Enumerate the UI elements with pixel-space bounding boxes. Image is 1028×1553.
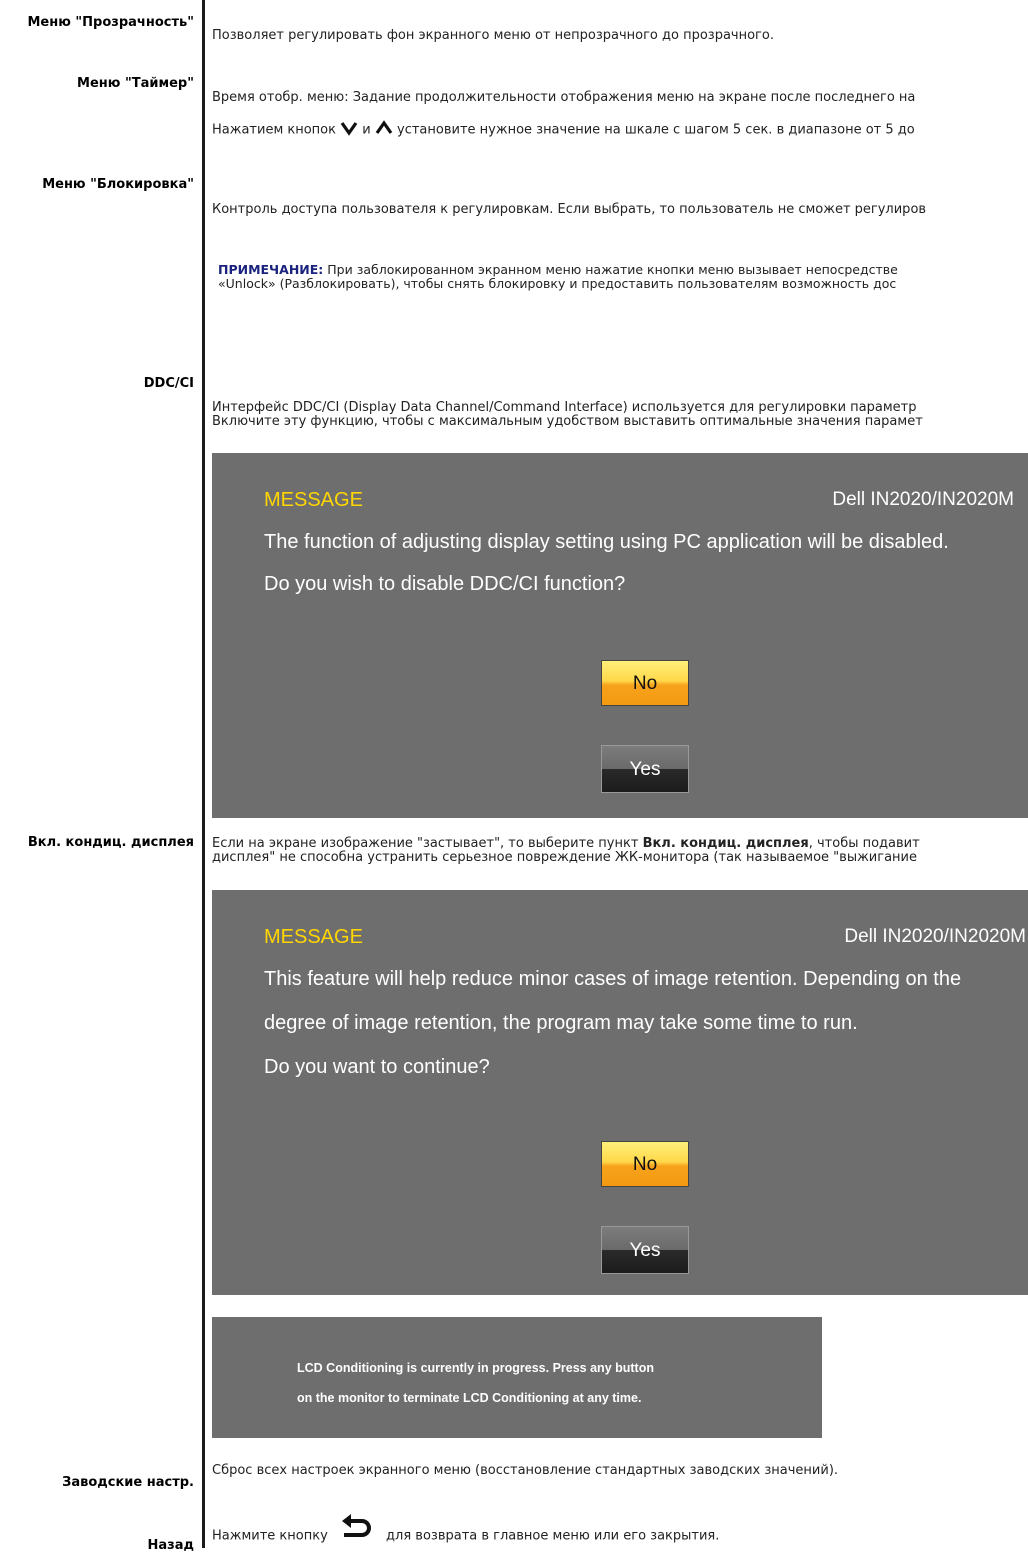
desc-factory: Сброс всех настроек экранного меню (восс…: [212, 1463, 839, 1478]
osd-line-2: degree of image retention, the program m…: [264, 1012, 858, 1034]
lock-note: ПРИМЕЧАНИЕ: При заблокированном экранном…: [218, 262, 898, 277]
lock-note-2: «Unlock» (Разблокировать), чтобы снять б…: [218, 276, 897, 291]
label-back: Назад: [147, 1538, 194, 1553]
desc-back: Нажмите кнопку для возврата в главное ме…: [212, 1514, 720, 1551]
desc-timer-2: Нажатием кнопок и установите нужное знач…: [212, 120, 915, 140]
desc-timer-2-mid: и: [362, 122, 371, 138]
yes-button[interactable]: Yes: [601, 1226, 689, 1274]
osd-ddcci-dialog: MESSAGE Dell IN2020/IN2020M The function…: [212, 453, 1028, 818]
no-button[interactable]: No: [601, 1141, 689, 1187]
desc-lock: Контроль доступа пользователя к регулиро…: [212, 202, 927, 217]
desc-timer-2-post: установите нужное значение на шкале с ша…: [397, 122, 915, 138]
desc-timer-1: Время отобр. меню: Задание продолжительн…: [212, 90, 916, 105]
desc-ddcci-2: Включите эту функцию, чтобы с максимальн…: [212, 414, 923, 429]
yes-button[interactable]: Yes: [601, 745, 689, 793]
desc-transparency: Позволяет регулировать фон экранного мен…: [212, 28, 774, 43]
desc-conditioning-bold: Вкл. кондиц. дисплея: [642, 836, 809, 851]
note-text: При заблокированном экранном меню нажати…: [323, 262, 898, 277]
column-divider: [202, 0, 205, 1548]
osd-model: Dell IN2020/IN2020M: [832, 489, 1014, 510]
label-factory: Заводские настр.: [62, 1475, 194, 1490]
osd-conditioning-dialog: MESSAGE Dell IN2020/IN2020M This feature…: [212, 890, 1028, 1295]
label-factory-text: Заводские настр: [62, 1475, 190, 1490]
desc-back-pre: Нажмите кнопку: [212, 1528, 328, 1544]
label-factory-suffix: .: [189, 1475, 194, 1490]
osd-title: MESSAGE: [264, 926, 363, 948]
osd-line-1: The function of adjusting display settin…: [264, 531, 949, 553]
progress-line-2: on the monitor to terminate LCD Conditio…: [297, 1391, 642, 1405]
note-key: ПРИМЕЧАНИЕ:: [218, 262, 324, 277]
label-lock: Меню "Блокировка": [42, 177, 194, 192]
label-transparency: Меню "Прозрачность": [27, 15, 195, 30]
chevron-down-icon: [340, 120, 358, 140]
desc-conditioning-post: , чтобы подавит: [808, 836, 920, 851]
osd-line-2: Do you wish to disable DDC/CI function?: [264, 573, 626, 595]
conditioning-progress-box: LCD Conditioning is currently in progres…: [212, 1317, 822, 1438]
desc-timer-2-pre: Нажатием кнопок: [212, 122, 336, 138]
label-conditioning: Вкл. кондиц. дисплея: [27, 835, 194, 850]
desc-conditioning-2: дисплея" не способна устранить серьезное…: [212, 850, 917, 865]
osd-line-3: Do you want to continue?: [264, 1056, 490, 1078]
label-timer: Меню "Таймер": [77, 76, 194, 91]
osd-model: Dell IN2020/IN2020M: [844, 926, 1026, 947]
progress-line-1: LCD Conditioning is currently in progres…: [297, 1361, 654, 1375]
desc-conditioning-1: Если на экране изображение "застывает", …: [212, 836, 920, 851]
desc-conditioning-pre: Если на экране изображение "застывает", …: [212, 836, 643, 851]
label-ddcci: DDC/CI: [143, 376, 194, 391]
back-arrow-icon: [340, 1513, 374, 1543]
chevron-up-icon: [375, 120, 393, 140]
osd-title: MESSAGE: [264, 489, 363, 511]
desc-ddcci-1: Интерфейс DDC/CI (Display Data Channel/C…: [212, 400, 917, 415]
desc-back-post: для возврата в главное меню или его закр…: [386, 1528, 720, 1544]
no-button[interactable]: No: [601, 660, 689, 706]
osd-line-1: This feature will help reduce minor case…: [264, 968, 962, 990]
